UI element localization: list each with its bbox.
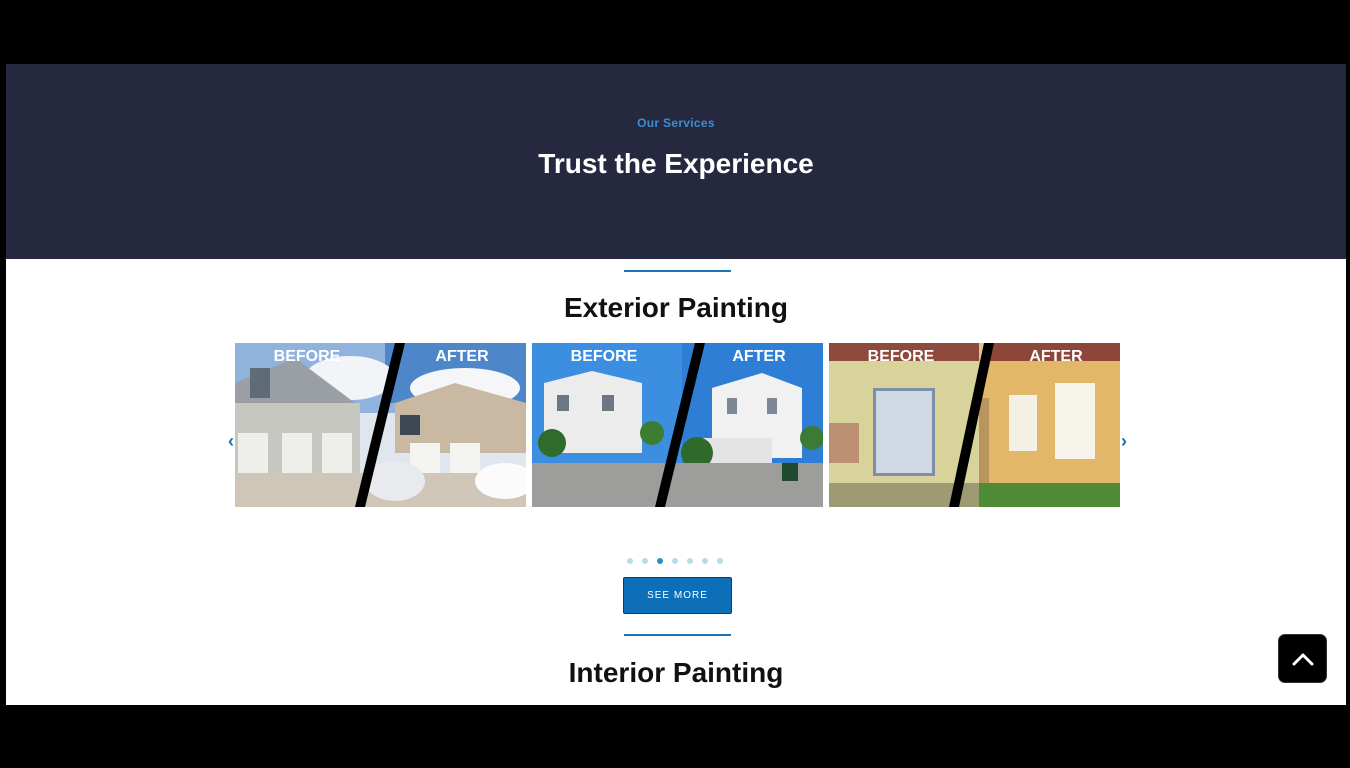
carousel-slide-2[interactable]: BEFORE AFTER [532,343,823,507]
section-divider [624,270,731,272]
services-page: Our Services Trust the Experience Exteri… [6,64,1346,705]
interior-painting-title: Interior Painting [568,657,784,688]
before-label: BEFORE [274,348,341,365]
pagination-dot[interactable] [627,558,633,564]
see-more-button[interactable]: SEE MORE [623,577,732,614]
after-label: AFTER [435,348,489,365]
chevron-up-icon [1292,653,1314,666]
pagination-dot[interactable] [717,558,723,564]
section-eyebrow: Our Services [637,116,715,130]
exterior-painting-title: Exterior Painting [563,292,789,323]
after-label: AFTER [1029,348,1083,365]
before-after-photo: BEFORE AFTER [532,343,823,507]
before-after-photo: BEFORE AFTER [235,343,526,507]
section-divider [624,634,731,636]
carousel-pagination [627,558,723,564]
carousel-next-arrow[interactable]: › [1117,432,1131,450]
carousel-slide-3[interactable]: BEFORE AFTER [829,343,1120,507]
chevron-left-icon: ‹ [228,431,234,451]
carousel-slide-1[interactable]: BEFORE AFTER [235,343,526,507]
services-hero: Our Services Trust the Experience [6,64,1346,259]
pagination-dot[interactable] [687,558,693,564]
before-label: BEFORE [868,348,935,365]
chevron-right-icon: › [1121,431,1127,451]
scroll-to-top-button[interactable] [1278,634,1327,683]
pagination-dot[interactable] [702,558,708,564]
before-after-photo: BEFORE AFTER [829,343,1120,507]
pagination-dot[interactable] [672,558,678,564]
after-label: AFTER [732,348,786,365]
hero-title: Trust the Experience [538,148,814,179]
before-label: BEFORE [571,348,638,365]
pagination-dot[interactable] [642,558,648,564]
pagination-dot-active[interactable] [657,558,663,564]
